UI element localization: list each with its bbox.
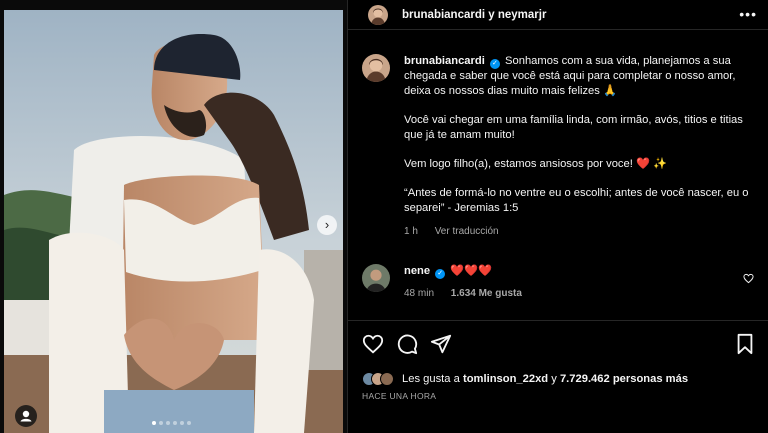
verified-badge-icon: ✓: [435, 269, 446, 279]
carousel-indicator: [152, 421, 191, 425]
caption: brunabiancardi ✓ Sonhamos com a sua vida…: [362, 54, 758, 239]
likes-user[interactable]: tomlinson_22xd: [463, 373, 548, 385]
post-actions: [362, 333, 758, 357]
user-tag-button[interactable]: [15, 405, 37, 427]
carousel-dot: [173, 421, 177, 425]
carousel-dot: [166, 421, 170, 425]
post-timestamp: HACE UNA HORA: [362, 391, 437, 401]
couple-photo: [4, 10, 343, 433]
share-icon[interactable]: [430, 333, 452, 355]
see-translation-link[interactable]: Ver traducción: [435, 226, 499, 237]
caption-paragraph-3: Vem logo filho(a), estamos ansiosos por …: [404, 158, 667, 170]
next-photo-button[interactable]: ›: [317, 215, 337, 235]
like-comment-heart-icon[interactable]: [743, 273, 754, 284]
likes-prefix: Les gusta a: [402, 373, 460, 385]
avatar[interactable]: [368, 4, 388, 25]
post-media: ›: [0, 0, 347, 433]
avatar[interactable]: [362, 264, 390, 292]
caption-username[interactable]: brunabiancardi: [404, 55, 485, 67]
bookmark-icon[interactable]: [734, 333, 756, 355]
carousel-dot: [159, 421, 163, 425]
post-side-panel: brunabiancardi y neymarjr ••• brunabianc…: [347, 0, 768, 433]
liker-avatars: [362, 372, 394, 386]
carousel-dot: [187, 421, 191, 425]
avatar: [380, 372, 394, 386]
comment-icon[interactable]: [396, 333, 418, 355]
caption-paragraph-2: Você vai chegar em uma família linda, co…: [404, 114, 743, 141]
avatar[interactable]: [362, 54, 390, 82]
comment: nene ✓ ❤️❤️❤️ 48 min 1.634 Me gusta: [362, 264, 758, 299]
comment-username[interactable]: nene: [404, 265, 430, 277]
caption-time: 1 h: [404, 226, 418, 237]
post-header-title[interactable]: brunabiancardi y neymarjr: [402, 9, 546, 21]
divider: [348, 320, 768, 321]
post-header: brunabiancardi y neymarjr •••: [348, 0, 768, 30]
more-options-icon[interactable]: •••: [739, 6, 757, 22]
carousel-dot: [152, 421, 156, 425]
instagram-post: › brunabiancardi y neymarjr ••• brunabia…: [0, 0, 768, 433]
likes-middle: y: [551, 373, 557, 385]
likes-summary: Les gusta a tomlinson_22xd y 7.729.462 p…: [362, 372, 688, 386]
carousel-dot: [180, 421, 184, 425]
caption-meta: 1 h Ver traducción: [404, 224, 758, 239]
comment-text: ❤️❤️❤️: [450, 265, 493, 277]
comment-likes[interactable]: 1.634 Me gusta: [451, 288, 522, 299]
user-tag-icon: [20, 410, 32, 422]
caption-text: brunabiancardi ✓ Sonhamos com a sua vida…: [404, 54, 758, 239]
caption-paragraph-4: “Antes de formá-lo no ventre eu o escolh…: [404, 187, 749, 214]
likes-count[interactable]: 7.729.462 personas más: [560, 373, 688, 385]
comment-time: 48 min: [404, 288, 435, 299]
comment-body: nene ✓ ❤️❤️❤️ 48 min 1.634 Me gusta: [404, 264, 536, 299]
heart-icon[interactable]: [362, 333, 384, 355]
verified-badge-icon: ✓: [489, 59, 500, 69]
post-photo[interactable]: [4, 10, 343, 433]
chevron-right-icon: ›: [324, 217, 330, 232]
comment-meta: 48 min 1.634 Me gusta: [404, 288, 536, 299]
